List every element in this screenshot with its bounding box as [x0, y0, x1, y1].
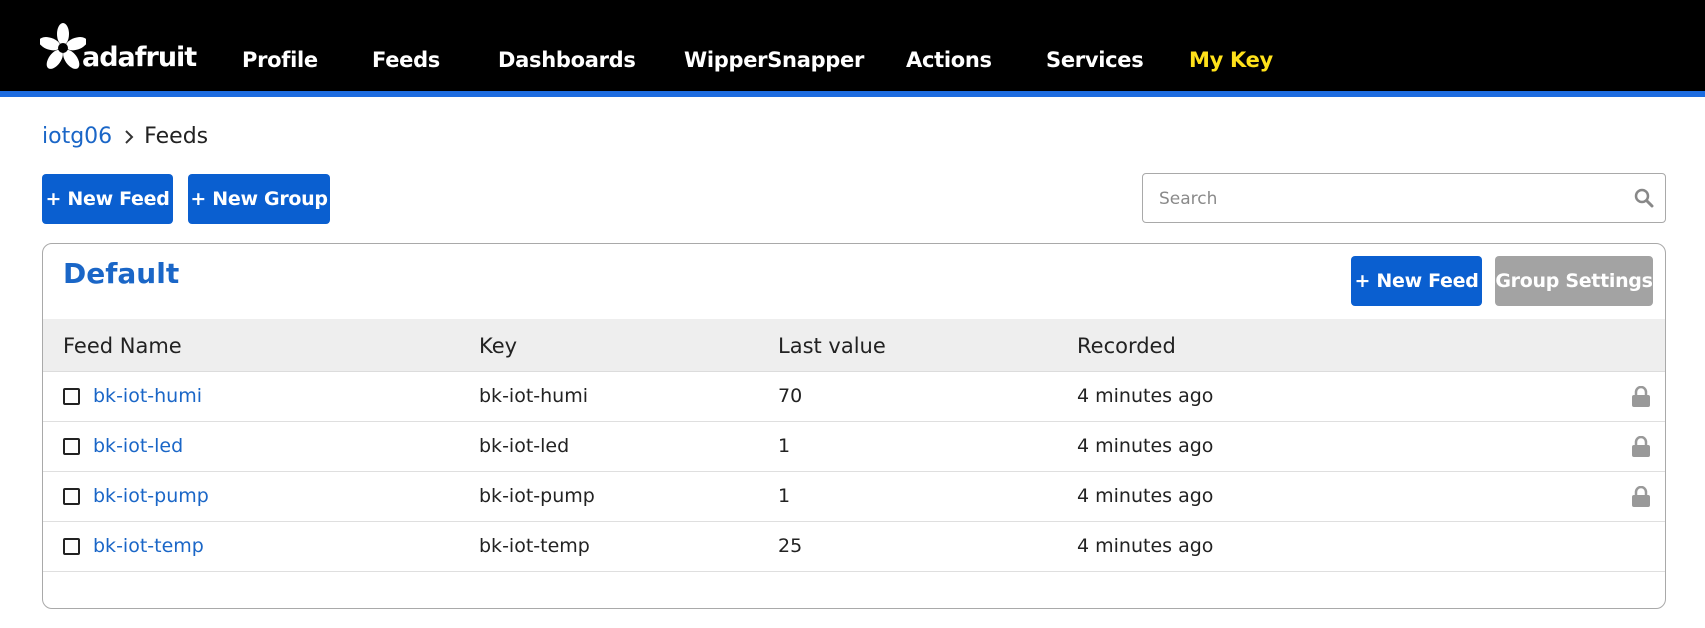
feed-last-value: 70 — [778, 385, 803, 407]
feed-key: bk-iot-humi — [479, 385, 588, 407]
nav-link-services[interactable]: Services — [1046, 48, 1144, 72]
column-header-last-value: Last value — [778, 334, 886, 358]
feed-name-link[interactable]: bk-iot-led — [93, 435, 183, 457]
table-row: bk-iot-temp bk-iot-temp 25 4 minutes ago — [43, 522, 1665, 572]
feed-last-value: 1 — [778, 485, 791, 507]
breadcrumb: iotg06 Feeds — [42, 124, 208, 149]
lock-icon — [1631, 435, 1651, 462]
group-new-feed-button[interactable]: + New Feed — [1351, 256, 1482, 306]
breadcrumb-user-link[interactable]: iotg06 — [42, 124, 112, 149]
top-nav: adafruit Profile Feeds Dashboards Wipper… — [0, 0, 1705, 97]
table-row: bk-iot-humi bk-iot-humi 70 4 minutes ago — [43, 372, 1665, 422]
new-feed-button[interactable]: + New Feed — [42, 174, 173, 224]
adafruit-logo-icon — [40, 23, 86, 69]
nav-link-feeds[interactable]: Feeds — [372, 48, 440, 72]
column-header-recorded: Recorded — [1077, 334, 1176, 358]
group-settings-button[interactable]: Group Settings — [1495, 256, 1653, 306]
lock-icon — [1631, 385, 1651, 412]
nav-link-wippersnapper[interactable]: WipperSnapper — [684, 48, 864, 72]
feed-key: bk-iot-led — [479, 435, 570, 457]
feed-name-link[interactable]: bk-iot-humi — [93, 385, 202, 407]
checkbox-icon[interactable] — [63, 388, 80, 405]
column-header-feed-name: Feed Name — [63, 334, 182, 358]
lock-icon — [1631, 485, 1651, 512]
feed-name-link[interactable]: bk-iot-temp — [93, 535, 204, 557]
feed-recorded: 4 minutes ago — [1077, 535, 1214, 557]
checkbox-icon[interactable] — [63, 488, 80, 505]
checkbox-icon[interactable] — [63, 438, 80, 455]
column-header-key: Key — [479, 334, 518, 358]
feed-key: bk-iot-temp — [479, 535, 590, 557]
feed-recorded: 4 minutes ago — [1077, 435, 1214, 457]
feed-recorded: 4 minutes ago — [1077, 385, 1214, 407]
nav-link-my-key[interactable]: My Key — [1189, 48, 1273, 72]
logo-wordmark: adafruit — [82, 42, 197, 73]
feed-last-value: 1 — [778, 435, 791, 457]
nav-link-profile[interactable]: Profile — [242, 48, 318, 72]
nav-link-actions[interactable]: Actions — [906, 48, 992, 72]
chevron-right-icon — [124, 129, 134, 145]
checkbox-icon[interactable] — [63, 538, 80, 555]
search-box — [1142, 173, 1666, 223]
feed-group-panel: Default + New Feed Group Settings Feed N… — [42, 243, 1666, 609]
breadcrumb-current: Feeds — [144, 124, 209, 149]
search-input[interactable] — [1159, 186, 1619, 212]
feed-name-link[interactable]: bk-iot-pump — [93, 485, 209, 507]
search-icon[interactable] — [1634, 188, 1654, 212]
feed-recorded: 4 minutes ago — [1077, 485, 1214, 507]
new-group-button[interactable]: + New Group — [188, 174, 330, 224]
table-row: bk-iot-led bk-iot-led 1 4 minutes ago — [43, 422, 1665, 472]
nav-link-dashboards[interactable]: Dashboards — [498, 48, 636, 72]
feed-last-value: 25 — [778, 535, 803, 557]
feed-key: bk-iot-pump — [479, 485, 595, 507]
table-row: bk-iot-pump bk-iot-pump 1 4 minutes ago — [43, 472, 1665, 522]
group-title[interactable]: Default — [63, 257, 179, 290]
feeds-table-header: Feed Name Key Last value Recorded — [43, 319, 1665, 372]
